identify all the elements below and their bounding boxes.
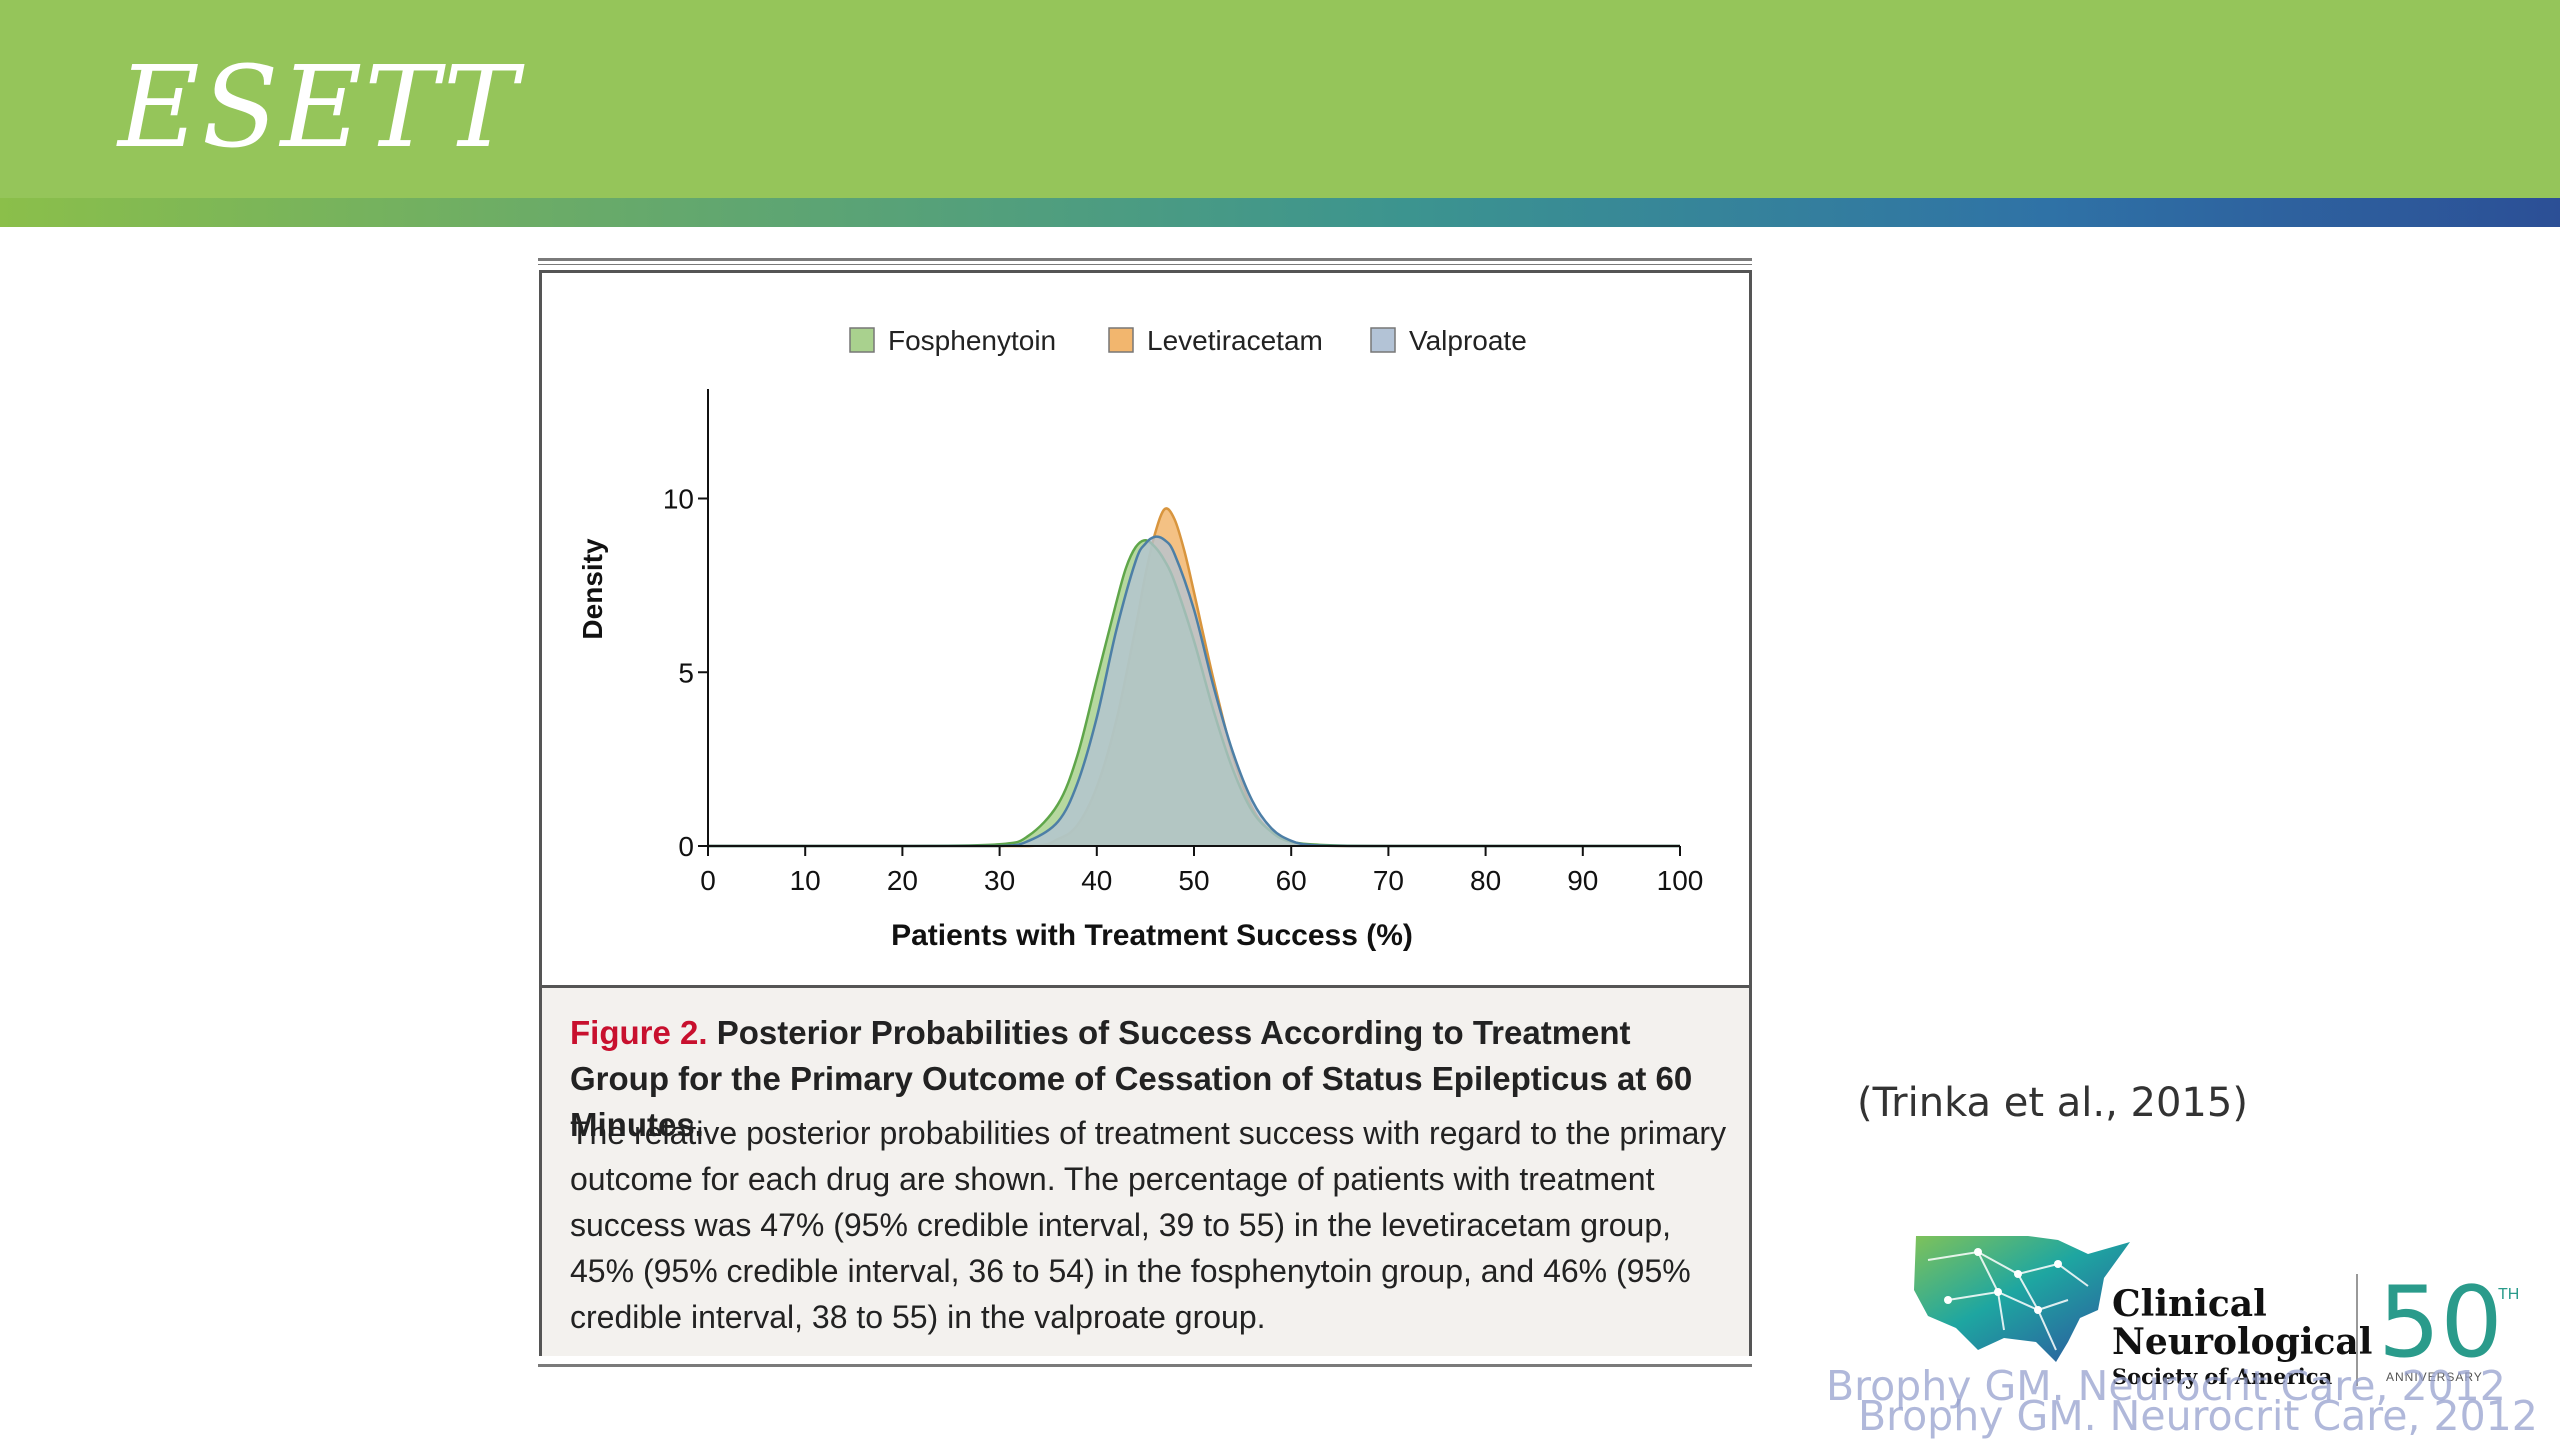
chart-legend: Fosphenytoin Levetiracetam Valproate [849, 325, 1527, 356]
density-chart: 0 10 20 30 40 50 60 70 80 90 100 0 5 10 Fosphenytoin L… [577, 325, 1704, 952]
bottom-rule [538, 1364, 1752, 1367]
legend-label-fosphenytoin: Fosphenytoin [888, 325, 1056, 356]
x-tick-label-90: 90 [1567, 865, 1598, 896]
society-name-line2: Neurological [2112, 1321, 2373, 1363]
x-tick-label-20: 20 [887, 865, 918, 896]
x-tick-label-10: 10 [790, 865, 821, 896]
esett-logo: ESETT [118, 43, 520, 173]
gradient-band [0, 198, 2560, 227]
citation-text: (Trinka et al., 2015) [1857, 1080, 2248, 1126]
area-valproate [708, 536, 1680, 846]
caption-body: The relative posterior probabilities of … [570, 1115, 1727, 1335]
x-axis-label: Patients with Treatment Success (%) [891, 919, 1413, 952]
density-areas [707, 507, 1680, 848]
x-tick-label-60: 60 [1276, 865, 1307, 896]
y-tick-label-0: 0 [678, 831, 694, 862]
anniversary-number: 50 [2378, 1266, 2503, 1380]
legend-swatch-valproate [1370, 327, 1396, 353]
figure-box: 0 10 20 30 40 50 60 70 80 90 100 0 5 10 Fosphenytoin L… [539, 270, 1752, 1356]
y-axis-label: Density [577, 538, 608, 640]
x-tick-label-80: 80 [1470, 865, 1501, 896]
top-rule-thin [538, 264, 1752, 265]
y-tick-label-5: 5 [678, 657, 694, 688]
society-name-line1: Clinical [2112, 1283, 2267, 1325]
figure-frame: 0 10 20 30 40 50 60 70 80 90 100 0 5 10 Fosphenytoin L… [538, 258, 1752, 1370]
x-tick-label-50: 50 [1178, 865, 1209, 896]
x-tick-label-40: 40 [1081, 865, 1112, 896]
us-map-icon [1914, 1236, 2130, 1362]
legend-swatch-levetiracetam [1108, 327, 1134, 353]
figure-caption: Figure 2. Posterior Probabilities of Suc… [542, 985, 1749, 1356]
x-tick-label-70: 70 [1373, 865, 1404, 896]
x-tick-label-30: 30 [984, 865, 1015, 896]
legend-label-valproate: Valproate [1409, 325, 1527, 356]
legend-swatch-fosphenytoin [849, 327, 875, 353]
anniversary-suffix: TH [2498, 1286, 2520, 1303]
footnote-text-shadow: Brophy GM. Neurocrit Care, 2012 [1858, 1392, 2538, 1440]
figure-label: Figure 2. [570, 1014, 708, 1051]
y-tick-label-10: 10 [663, 484, 694, 515]
x-tick-label-100: 100 [1657, 865, 1704, 896]
x-tick-label-0: 0 [700, 865, 716, 896]
legend-label-levetiracetam: Levetiracetam [1147, 325, 1323, 356]
top-rule [538, 258, 1752, 261]
